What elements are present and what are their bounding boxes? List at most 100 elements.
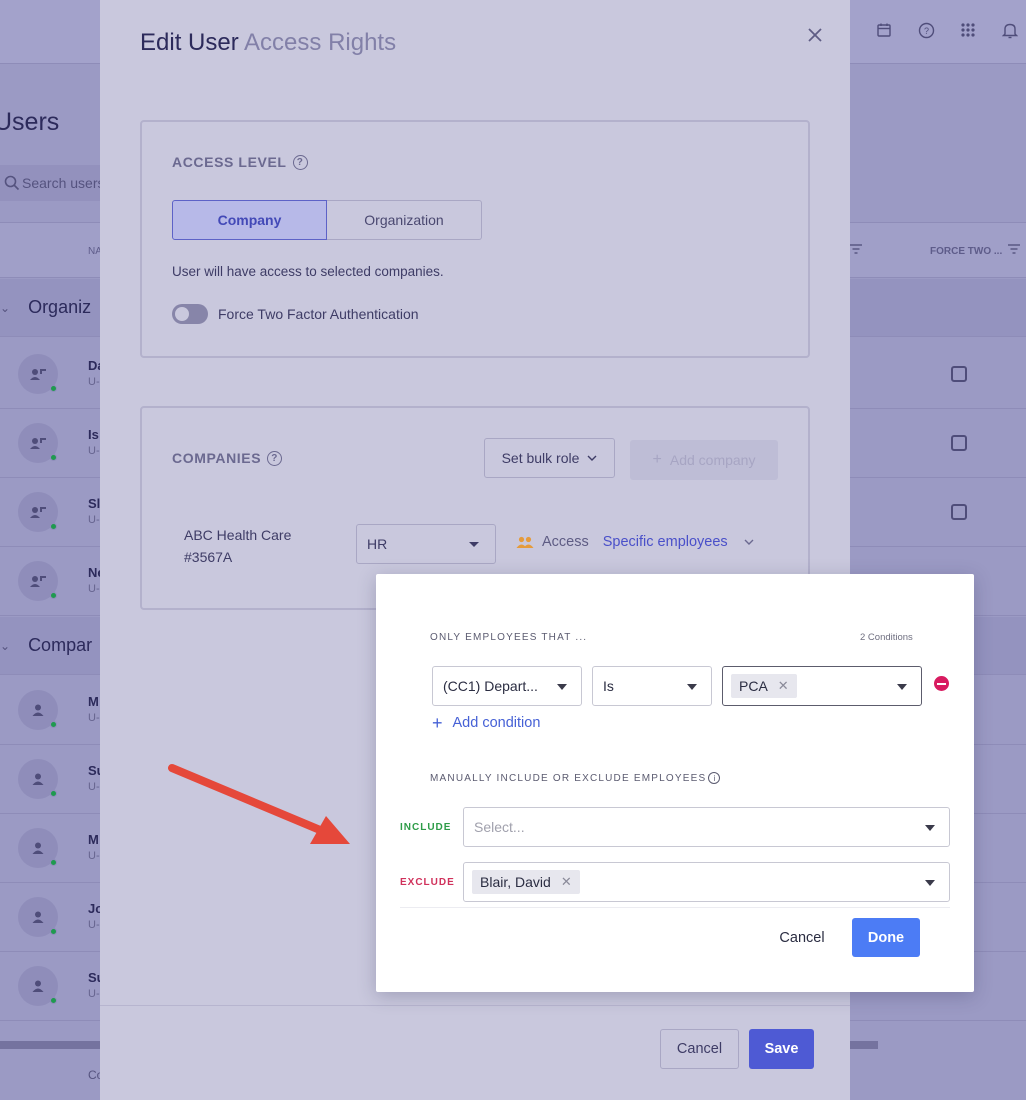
row-id: U- xyxy=(88,850,100,862)
add-condition-label: Add condition xyxy=(452,715,541,731)
force-2fa-toggle[interactable] xyxy=(172,304,208,324)
condition-field-select[interactable]: (CC1) Depart... xyxy=(432,666,582,706)
filter-icon[interactable] xyxy=(850,244,862,254)
avatar xyxy=(18,828,58,868)
row-id: U- xyxy=(88,988,100,1000)
chevron-down-icon[interactable]: ⌄ xyxy=(0,301,10,315)
access-help-text: User will have access to selected compan… xyxy=(172,264,444,279)
include-label: INCLUDE xyxy=(400,822,452,833)
row-id: U- xyxy=(88,781,100,793)
row-id: U- xyxy=(88,376,100,388)
svg-text:?: ? xyxy=(923,26,928,36)
column-header-force-two-factor[interactable]: FORCE TWO ... xyxy=(930,246,1002,257)
info-icon[interactable]: i xyxy=(708,772,721,784)
search-box[interactable]: Search users xyxy=(0,165,110,201)
user-key-icon xyxy=(30,576,46,587)
company-name: ABC Health Care xyxy=(184,527,292,543)
done-button[interactable]: Done xyxy=(852,918,920,957)
access-summary: Access Specific employees xyxy=(516,534,754,550)
include-select[interactable]: Select... xyxy=(463,807,950,847)
add-company-label: Add company xyxy=(669,452,756,468)
manual-heading-text: MANUALLY INCLUDE OR EXCLUDE EMPLOYEES xyxy=(430,772,707,784)
access-scope-dropdown[interactable]: Specific employees xyxy=(603,534,728,550)
modal-title-main: Edit User xyxy=(140,29,239,56)
user-icon xyxy=(32,842,44,854)
calendar-icon[interactable] xyxy=(874,20,894,40)
modal-title-suffix: Access Rights xyxy=(244,29,397,56)
group-label: Compar xyxy=(28,635,93,655)
access-label: Access xyxy=(542,534,589,550)
help-icon[interactable]: ? xyxy=(292,154,308,170)
force-2fa-checkbox[interactable] xyxy=(951,435,967,451)
force-2fa-checkbox[interactable] xyxy=(951,504,967,520)
row-name: M xyxy=(88,694,99,709)
help-icon[interactable]: ? xyxy=(916,20,936,40)
caret-down-icon xyxy=(897,684,907,690)
cancel-button[interactable]: Cancel xyxy=(660,1029,739,1069)
chevron-down-icon[interactable]: ⌄ xyxy=(0,639,10,653)
popover-cancel-button[interactable]: Cancel xyxy=(769,919,835,957)
user-key-icon xyxy=(30,438,46,449)
top-bar-icons: ? xyxy=(874,20,1020,40)
force-2fa-checkbox[interactable] xyxy=(951,366,967,382)
bell-icon[interactable] xyxy=(1000,20,1020,40)
exclude-chip-label: Blair, David xyxy=(480,874,551,890)
conditions-heading: ONLY EMPLOYEES THAT ... xyxy=(430,632,588,643)
close-icon[interactable] xyxy=(806,26,824,44)
condition-operator-select[interactable]: Is xyxy=(592,666,712,706)
people-icon xyxy=(516,536,534,548)
companies-label: COMPANIES xyxy=(172,450,262,466)
user-icon xyxy=(32,911,44,923)
set-bulk-role-dropdown[interactable]: Set bulk role xyxy=(484,438,615,478)
add-condition-button[interactable]: + Add condition xyxy=(432,713,541,733)
avatar xyxy=(18,690,58,730)
save-button[interactable]: Save xyxy=(749,1029,814,1069)
remove-chip-icon[interactable]: ✕ xyxy=(561,874,572,890)
chevron-down-icon[interactable] xyxy=(744,539,754,545)
apps-grid-icon[interactable] xyxy=(958,20,978,40)
group-label: Organiz xyxy=(28,297,92,317)
help-icon[interactable]: ? xyxy=(267,450,283,466)
force-2fa-row: Force Two Factor Authentication xyxy=(172,304,419,324)
page-title: Users xyxy=(0,108,60,136)
row-id: U- xyxy=(88,514,100,526)
caret-down-icon xyxy=(925,880,935,886)
remove-condition-icon[interactable] xyxy=(934,676,949,691)
include-placeholder: Select... xyxy=(474,819,525,835)
chevron-down-icon xyxy=(587,455,597,461)
companies-heading: COMPANIES ? xyxy=(172,450,283,466)
access-level-card: ACCESS LEVEL ? Company Organization User… xyxy=(140,120,810,358)
user-icon xyxy=(32,704,44,716)
tab-company[interactable]: Company xyxy=(172,200,327,240)
row-name: M xyxy=(88,832,99,847)
exclude-select[interactable]: Blair, David ✕ xyxy=(463,862,950,902)
condition-field-value: (CC1) Depart... xyxy=(443,678,538,694)
set-bulk-role-label: Set bulk role xyxy=(501,450,580,466)
add-company-button[interactable]: + Add company xyxy=(630,440,778,480)
row-id: U- xyxy=(88,445,100,457)
value-chip-label: PCA xyxy=(739,678,768,694)
avatar xyxy=(18,354,58,394)
modal-title: Edit User Access Rights xyxy=(140,29,396,57)
role-value: HR xyxy=(367,536,388,552)
specific-employees-popover: ONLY EMPLOYEES THAT ... 2 Conditions (CC… xyxy=(376,574,974,992)
caret-down-icon xyxy=(469,542,479,547)
user-icon xyxy=(32,773,44,785)
exclude-chip: Blair, David ✕ xyxy=(472,870,580,894)
condition-value-select[interactable]: PCA ✕ xyxy=(722,666,922,706)
popover-divider xyxy=(400,907,950,908)
role-select[interactable]: HR xyxy=(356,524,496,564)
company-info: ABC Health Care #3567A xyxy=(184,524,291,568)
conditions-count: 2 Conditions xyxy=(860,632,913,643)
avatar xyxy=(18,759,58,799)
avatar xyxy=(18,423,58,463)
value-chip: PCA ✕ xyxy=(731,674,797,698)
avatar xyxy=(18,492,58,532)
search-placeholder: Search users xyxy=(22,175,105,191)
company-id: #3567A xyxy=(184,549,233,565)
row-id: U- xyxy=(88,712,100,724)
remove-chip-icon[interactable]: ✕ xyxy=(778,678,789,694)
tab-organization[interactable]: Organization xyxy=(327,200,482,240)
plus-icon: + xyxy=(432,713,443,733)
filter-icon[interactable] xyxy=(1008,244,1020,254)
